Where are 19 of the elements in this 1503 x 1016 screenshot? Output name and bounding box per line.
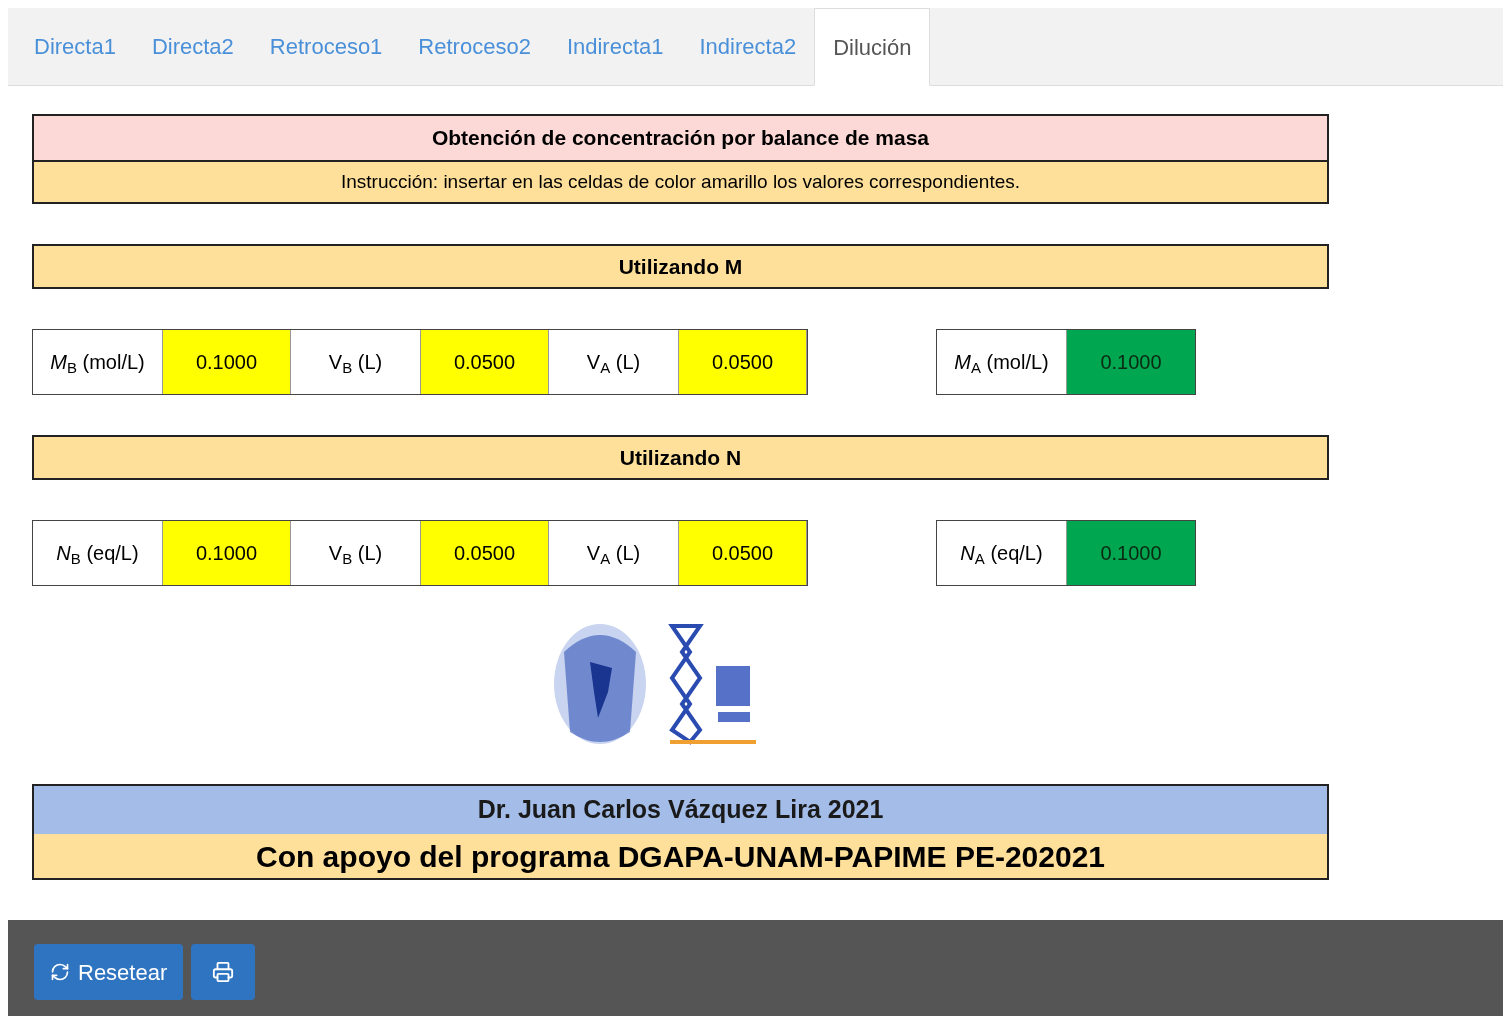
author-banner: Dr. Juan Carlos Vázquez Lira 2021: [32, 784, 1329, 834]
section-heading: Utilizando M: [32, 244, 1329, 289]
print-button[interactable]: [191, 944, 256, 1000]
reset-button[interactable]: Resetear: [34, 944, 184, 1000]
value-cell[interactable]: 0.0500: [679, 330, 807, 394]
tab[interactable]: Dilución: [814, 8, 931, 86]
value-cell[interactable]: 0.0500: [421, 330, 549, 394]
value-cell[interactable]: 0.0500: [679, 521, 807, 585]
instruction-banner: Instrucción: insertar en las celdas de color amarillo los valores correspondientes.: [32, 162, 1329, 204]
support-banner: Con apoyo del programa DGAPA-UNAM-PAPIME PE-202021: [32, 834, 1329, 880]
value-cell[interactable]: 0.0500: [421, 521, 549, 585]
refresh-icon: [50, 962, 70, 982]
value-cell: 0.1000: [1067, 521, 1195, 585]
value-cell[interactable]: 0.1000: [163, 521, 291, 585]
value-cell[interactable]: 0.1000: [163, 330, 291, 394]
title-banner: Obtención de concentración por balance de masa: [32, 114, 1329, 162]
print-icon: [212, 961, 235, 983]
section-heading: Utilizando N: [32, 435, 1329, 480]
value-cell: 0.1000: [1067, 330, 1195, 394]
